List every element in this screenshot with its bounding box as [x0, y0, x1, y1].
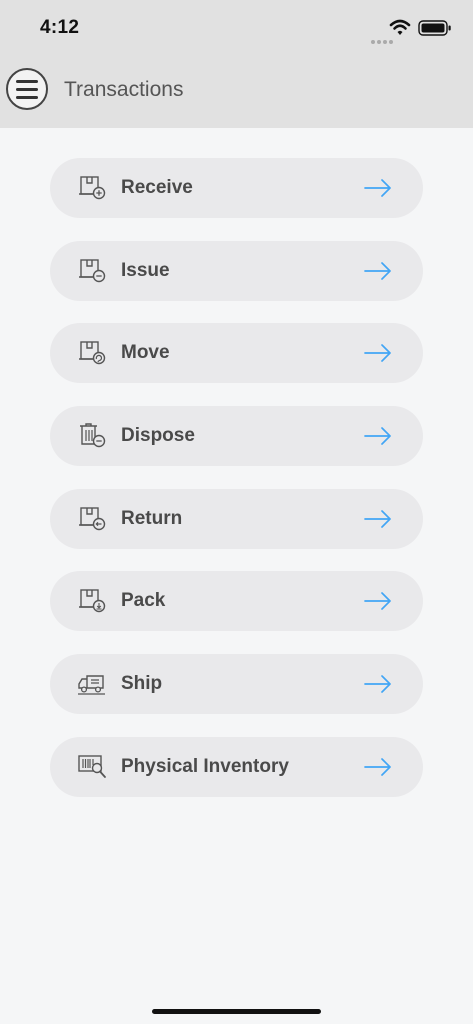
arrow-right-icon [364, 427, 391, 445]
transaction-list: Receive Issue Move Dispose Return Pack S… [50, 158, 423, 820]
ship-label: Ship [121, 673, 163, 695]
move-label: Move [121, 342, 170, 364]
status-bar: 4:12 [0, 0, 473, 56]
box-move-icon [79, 341, 106, 365]
truck-icon [78, 675, 105, 695]
menu-line-icon [16, 80, 38, 83]
menu-line-icon [16, 88, 38, 91]
arrow-right-icon [364, 261, 391, 280]
arrow-right-icon [364, 675, 391, 693]
arrow-right-icon [364, 757, 391, 776]
menu-line-icon [16, 96, 38, 99]
arrow-right-icon [364, 592, 391, 611]
battery-icon [418, 20, 451, 36]
box-return-icon [79, 507, 106, 530]
return-button[interactable]: Return [50, 488, 423, 549]
barcode-search-icon [78, 755, 106, 778]
ship-button[interactable]: Ship [50, 654, 423, 715]
receive-label: Receive [121, 177, 193, 198]
status-icons [389, 19, 451, 36]
physical-inventory-button[interactable]: Physical Inventory [50, 736, 423, 797]
pack-button[interactable]: Pack [50, 571, 423, 632]
box-add-icon [79, 176, 106, 200]
move-button[interactable]: Move [50, 323, 423, 384]
box-pack-icon [79, 589, 106, 613]
wifi-icon [389, 19, 411, 35]
home-indicator[interactable] [152, 1009, 321, 1014]
nav-header: Transactions [0, 56, 473, 128]
box-minus-icon [79, 258, 106, 282]
page-title: Transactions [64, 78, 184, 101]
arrow-right-icon [364, 509, 391, 528]
trash-minus-icon [80, 423, 106, 448]
receive-button[interactable]: Receive [50, 158, 423, 218]
hamburger-menu-button[interactable] [6, 68, 48, 110]
return-label: Return [121, 507, 183, 529]
physical-inventory-label: Physical Inventory [121, 755, 289, 777]
dispose-button[interactable]: Dispose [50, 406, 423, 467]
issue-label: Issue [121, 259, 170, 281]
dispose-label: Dispose [121, 425, 195, 447]
arrow-right-icon [364, 179, 391, 197]
issue-button[interactable]: Issue [50, 240, 423, 301]
arrow-right-icon [364, 344, 391, 363]
pack-label: Pack [121, 590, 166, 612]
status-time: 4:12 [40, 17, 80, 38]
